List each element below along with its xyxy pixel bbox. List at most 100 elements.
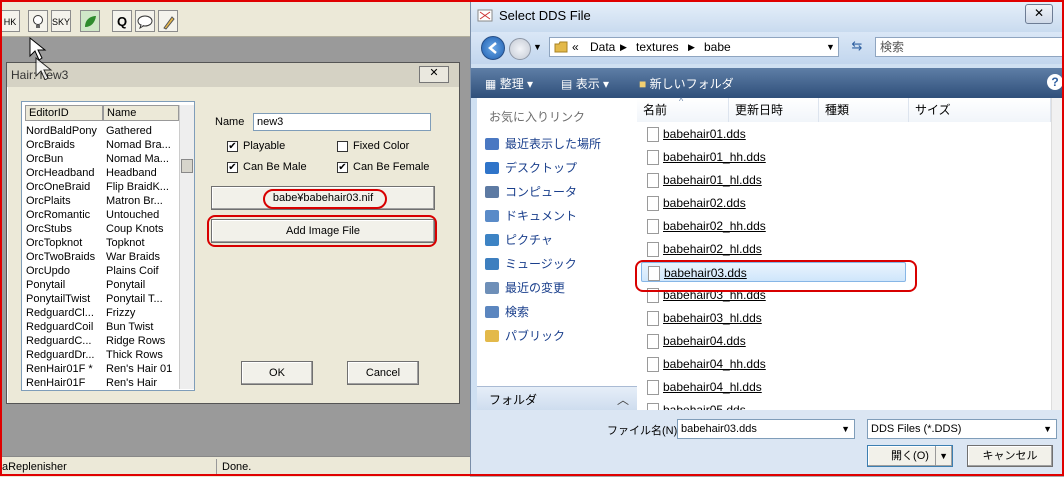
folders-toggle[interactable]: フォルダ ︿ — [477, 386, 637, 411]
file-row[interactable]: babehair01.dds — [641, 124, 906, 144]
column-type-header[interactable]: 種類 — [819, 98, 909, 122]
file-row[interactable]: babehair04.dds — [641, 331, 906, 351]
close-button[interactable]: ✕ — [419, 66, 449, 83]
list-item[interactable]: RedguardDr... Thick Rows — [22, 348, 178, 362]
list-item-name: Bun Twist — [106, 321, 154, 333]
file-row[interactable]: babehair01_hl.dds — [641, 170, 906, 190]
open-dropdown-icon[interactable]: ▼ — [935, 446, 948, 466]
file-row[interactable]: babehair02.dds — [641, 193, 906, 213]
lightbulb-icon[interactable] — [28, 10, 48, 32]
breadcrumb-overflow[interactable]: « — [572, 38, 579, 56]
list-item[interactable]: OrcOneBraid Flip BraidK... — [22, 180, 178, 194]
list-item[interactable]: OrcBraids Nomad Bra... — [22, 138, 178, 152]
file-row[interactable]: babehair03.dds — [641, 262, 906, 282]
name-input[interactable]: new3 — [253, 113, 431, 131]
favorite-link-label: パブリック — [505, 329, 566, 343]
sky-icon[interactable]: SKY — [51, 10, 71, 32]
column-date-header[interactable]: 更新日時 — [729, 98, 819, 122]
list-item[interactable]: PonytailTwist Ponytail T... — [22, 292, 178, 306]
back-button[interactable] — [481, 36, 505, 60]
add-image-file-button[interactable]: Add Image File — [211, 219, 435, 243]
pencil-icon[interactable] — [158, 10, 178, 32]
file-row[interactable]: babehair02_hh.dds — [641, 216, 906, 236]
hair-dialog-titlebar[interactable]: Hair: new3 ✕ — [7, 63, 459, 87]
column-editorid[interactable]: EditorID — [25, 105, 103, 121]
favorite-link[interactable]: ピクチャ — [485, 230, 553, 250]
filename-dropdown-icon[interactable]: ▼ — [841, 420, 850, 438]
filetype-dropdown-icon[interactable]: ▼ — [1043, 420, 1052, 438]
refresh-icon[interactable]: ⇆ — [847, 38, 867, 56]
list-item[interactable]: OrcTopknot Topknot — [22, 236, 178, 250]
help-icon[interactable]: ? — [1047, 74, 1063, 90]
list-item[interactable]: NordBaldPony Gathered — [22, 124, 178, 138]
can-be-female-checkbox[interactable]: ✔ — [337, 162, 348, 173]
list-item[interactable]: OrcBun Nomad Ma... — [22, 152, 178, 166]
dds-close-button[interactable]: ✕ — [1025, 4, 1053, 24]
column-name[interactable]: Name — [103, 105, 179, 121]
list-item[interactable]: RedguardCoil Bun Twist — [22, 320, 178, 334]
dds-dialog-titlebar[interactable]: Select DDS File ✕ — [471, 0, 1064, 32]
forward-button[interactable] — [509, 38, 531, 60]
file-list[interactable]: 名前 更新日時 種類 サイズ ^ babehair01.dds babehair0… — [635, 96, 1064, 418]
list-item[interactable]: OrcPlaits Matron Br... — [22, 194, 178, 208]
favorite-link[interactable]: パブリック — [485, 326, 565, 346]
list-item-name: Plains Coif — [106, 265, 159, 277]
list-item[interactable]: Ponytail Ponytail — [22, 278, 178, 292]
new-folder-button[interactable]: ■ 新しいフォルダ — [639, 75, 734, 92]
breadcrumb[interactable]: « Data ▶ textures ▶ babe ▼ — [549, 37, 839, 57]
favorite-link[interactable]: コンピュータ — [485, 182, 577, 202]
list-item[interactable]: OrcTwoBraids War Braids — [22, 250, 178, 264]
can-be-male-checkbox[interactable]: ✔ — [227, 162, 238, 173]
file-row[interactable]: babehair04_hl.dds — [641, 377, 906, 397]
file-row[interactable]: babehair03_hl.dds — [641, 308, 906, 328]
list-item[interactable]: RedguardC... Ridge Rows — [22, 334, 178, 348]
dds-cancel-button[interactable]: キャンセル — [967, 445, 1053, 467]
file-list-scrollbar[interactable] — [1051, 98, 1064, 410]
favorite-link[interactable]: ミュージック — [485, 254, 577, 274]
playable-label: Playable — [243, 140, 286, 152]
list-item[interactable]: RenHair01F * Ren's Hair 01 — [22, 362, 178, 376]
file-row[interactable]: babehair02_hl.dds — [641, 239, 906, 259]
filetype-select[interactable]: DDS Files (*.DDS) ▼ — [867, 419, 1057, 439]
list-item[interactable]: OrcRomantic Untouched — [22, 208, 178, 222]
open-button[interactable]: 開く(O) ▼ — [867, 445, 953, 467]
file-row[interactable]: babehair01_hh.dds — [641, 147, 906, 167]
fixed-color-checkbox[interactable] — [337, 141, 348, 152]
list-item[interactable]: OrcStubs Coup Knots — [22, 222, 178, 236]
sort-arrow-icon: ^ — [679, 96, 684, 106]
file-row[interactable]: babehair03_hh.dds — [641, 285, 906, 305]
scroll-thumb[interactable] — [181, 159, 193, 173]
favorite-link[interactable]: ドキュメント — [485, 206, 577, 226]
leaf-icon[interactable] — [80, 10, 100, 32]
filename-input[interactable]: babehair03.dds ▼ — [677, 419, 855, 439]
hk-icon[interactable]: HK — [0, 10, 20, 32]
favorite-link[interactable]: 最近表示した場所 — [485, 134, 601, 154]
favorite-link[interactable]: 最近の変更 — [485, 278, 565, 298]
playable-checkbox[interactable]: ✔ — [227, 141, 238, 152]
breadcrumb-data[interactable]: Data — [590, 38, 615, 56]
organize-button[interactable]: ▦ 整理 ▾ — [485, 75, 533, 92]
list-item[interactable]: RenHair01F Ren's Hair — [22, 376, 178, 390]
list-item[interactable]: RedguardCl... Frizzy — [22, 306, 178, 320]
breadcrumb-babe[interactable]: babe — [704, 38, 731, 56]
address-dropdown-icon[interactable]: ▼ — [826, 38, 835, 56]
file-name: babehair03.dds — [664, 266, 747, 280]
hair-list-scrollbar[interactable] — [179, 105, 194, 389]
column-size-header[interactable]: サイズ — [909, 98, 1051, 122]
views-button[interactable]: ▤ 表示 ▾ — [561, 75, 609, 92]
q-icon[interactable]: Q — [112, 10, 132, 32]
breadcrumb-textures[interactable]: textures — [636, 38, 679, 56]
favorite-link[interactable]: デスクトップ — [485, 158, 577, 178]
file-row[interactable]: babehair04_hh.dds — [641, 354, 906, 374]
favorite-link[interactable]: 検索 — [485, 302, 529, 322]
history-dropdown-icon[interactable]: ▼ — [533, 42, 542, 52]
ok-button[interactable]: OK — [241, 361, 313, 385]
model-file-button[interactable]: babe¥babehair03.nif — [211, 186, 435, 210]
hair-list[interactable]: EditorID Name NordBaldPony Gathered OrcBra… — [21, 101, 195, 391]
search-input[interactable]: 検索 — [875, 37, 1064, 57]
cancel-button[interactable]: Cancel — [347, 361, 419, 385]
speech-bubble-icon[interactable] — [135, 10, 155, 32]
list-item[interactable]: OrcHeadband Headband — [22, 166, 178, 180]
list-item[interactable]: OrcUpdo Plains Coif — [22, 264, 178, 278]
file-icon — [647, 150, 659, 165]
